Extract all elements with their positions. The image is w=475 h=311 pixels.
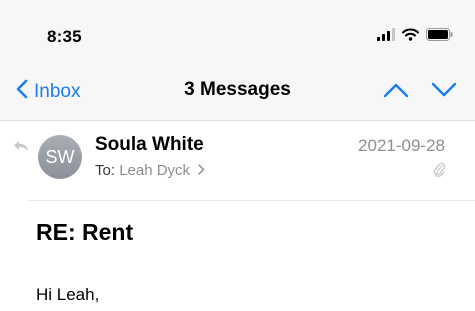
chevron-right-icon [198,162,205,179]
wifi-icon [402,28,419,46]
sender-name[interactable]: Soula White [95,134,204,156]
recipient-name: Leah Dyck [119,162,191,179]
message-body: Hi Leah, [36,285,100,304]
paperclip-icon [433,162,446,183]
header-divider [0,120,475,121]
recipient-line[interactable]: To: Leah Dyck [95,162,205,179]
battery-icon [426,28,453,46]
message-date: 2021-09-28 [358,136,445,155]
message-subject: RE: Rent [36,219,134,245]
signal-icon [377,28,395,46]
avatar: SW [38,135,82,179]
status-time: 8:35 [47,27,82,46]
reply-icon [13,139,29,157]
chevron-down-icon[interactable] [431,82,457,103]
body-divider [28,200,475,201]
chevron-up-icon[interactable] [383,82,409,103]
avatar-initials: SW [45,146,75,167]
top-bar: 8:35 Inbox 3 Messages [0,0,475,120]
to-label: To: [95,162,116,179]
message-navigation [383,82,457,103]
status-icons [377,28,453,46]
